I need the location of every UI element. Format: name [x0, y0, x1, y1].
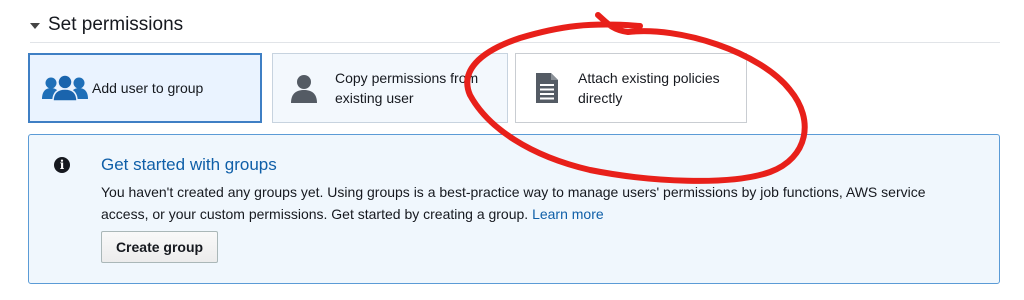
option-label: Add user to group: [92, 80, 204, 96]
section-divider: [30, 42, 1000, 43]
option-add-user-to-group[interactable]: Add user to group: [28, 53, 262, 123]
section-header[interactable]: Set permissions: [30, 14, 183, 36]
info-body: You haven't created any groups yet. Usin…: [101, 181, 981, 225]
option-label: Copy permissions from existing user: [335, 68, 478, 108]
option-label-line2: existing user: [335, 90, 414, 106]
caret-down-icon[interactable]: [30, 23, 40, 29]
option-label-line1: Attach existing policies: [578, 70, 720, 86]
document-icon: [534, 73, 560, 103]
info-icon: i: [54, 157, 70, 173]
option-label: Attach existing policies directly: [578, 68, 720, 108]
option-label-line2: directly: [578, 90, 623, 106]
user-icon: [287, 73, 321, 103]
info-title: Get started with groups: [101, 155, 277, 174]
user-group-icon: [40, 74, 90, 102]
option-copy-permissions[interactable]: Copy permissions from existing user: [272, 53, 508, 123]
info-body-line1: You haven't created any groups yet. Usin…: [101, 184, 926, 200]
learn-more-link[interactable]: Learn more: [532, 206, 604, 222]
option-attach-policies[interactable]: Attach existing policies directly: [515, 53, 747, 123]
info-body-line2: access, or your custom permissions. Get …: [101, 206, 529, 222]
create-group-button[interactable]: Create group: [101, 231, 218, 263]
info-alert: i Get started with groups You haven't cr…: [28, 134, 1000, 284]
section-title: Set permissions: [48, 14, 184, 35]
option-label-line1: Copy permissions from: [335, 70, 479, 86]
